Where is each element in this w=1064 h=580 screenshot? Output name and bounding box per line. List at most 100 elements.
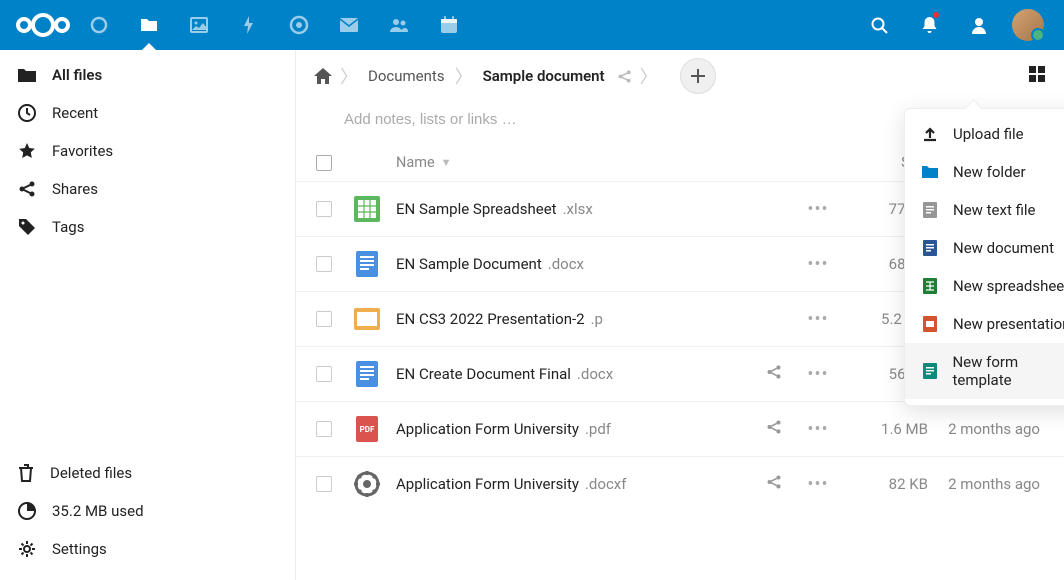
app-logo[interactable]: [12, 0, 74, 50]
share-icon[interactable]: [617, 69, 632, 84]
row-checkbox[interactable]: [316, 421, 332, 437]
new-menu-dropdown: Upload file New folder New text file New…: [904, 108, 1064, 406]
sidebar-quota-label: 35.2 MB used: [52, 502, 144, 520]
folder-icon: [921, 163, 939, 181]
home-icon[interactable]: [314, 68, 332, 84]
form-icon: [921, 362, 938, 380]
file-size: 1.6 MB: [840, 420, 928, 438]
sidebar-item-all-files[interactable]: All files: [0, 56, 295, 94]
sidebar-item-tags[interactable]: Tags: [0, 208, 295, 246]
dropdown-new-spreadsheet[interactable]: New spreadsheet: [905, 267, 1064, 305]
dd-label: New document: [953, 239, 1054, 257]
file-ext: .docx: [577, 365, 613, 383]
select-all-checkbox[interactable]: [316, 155, 332, 171]
more-actions-button[interactable]: •••: [796, 254, 840, 275]
text-file-icon: [921, 201, 939, 219]
more-actions-button[interactable]: •••: [796, 419, 840, 440]
file-name: EN Sample Document: [396, 255, 542, 273]
file-type-icon: [352, 304, 382, 334]
upload-icon: [921, 125, 939, 143]
chevron-right-icon: 〉: [638, 63, 660, 89]
breadcrumb-item[interactable]: Sample document: [481, 63, 607, 89]
file-ext: .docx: [548, 255, 584, 273]
file-row[interactable]: PDFApplication Form University.pdf•••1.6…: [296, 401, 1064, 456]
dropdown-new-document[interactable]: New document: [905, 229, 1064, 267]
sidebar-quota: 35.2 MB used: [0, 492, 295, 530]
sidebar-item-label: All files: [52, 66, 102, 84]
talk-app-icon[interactable]: [274, 0, 324, 50]
dropdown-upload-file[interactable]: Upload file: [905, 115, 1064, 153]
pie-icon: [18, 502, 36, 520]
folder-icon: [18, 67, 36, 83]
row-checkbox[interactable]: [316, 256, 332, 272]
col-name-header[interactable]: Name: [396, 154, 435, 171]
file-row[interactable]: Application Form University.docxf•••82 K…: [296, 456, 1064, 511]
gear-icon: [18, 540, 36, 558]
row-checkbox[interactable]: [316, 311, 332, 327]
calendar-app-icon[interactable]: [424, 0, 474, 50]
row-checkbox[interactable]: [316, 201, 332, 217]
share-button[interactable]: [752, 419, 796, 439]
notifications-icon[interactable]: [904, 0, 954, 50]
search-icon[interactable]: [854, 0, 904, 50]
view-grid-button[interactable]: [1028, 65, 1046, 87]
row-checkbox[interactable]: [316, 476, 332, 492]
user-avatar[interactable]: [1012, 9, 1044, 41]
new-button[interactable]: [680, 58, 716, 94]
trash-icon: [18, 464, 34, 482]
topbar: [0, 0, 1064, 50]
share-button[interactable]: [752, 364, 796, 384]
activity-app-icon[interactable]: [224, 0, 274, 50]
chevron-right-icon: 〉: [338, 63, 360, 89]
sidebar-item-settings[interactable]: Settings: [0, 530, 295, 568]
chevron-right-icon: 〉: [453, 63, 475, 89]
file-type-icon: [352, 249, 382, 279]
file-size: 82 KB: [840, 475, 928, 493]
contacts-menu-icon[interactable]: [954, 0, 1004, 50]
dropdown-new-text[interactable]: New text file: [905, 191, 1064, 229]
dd-label: New text file: [953, 201, 1036, 219]
dd-label: New form template: [952, 353, 1064, 389]
clock-icon: [18, 104, 36, 122]
main-content: 〉 Documents 〉 Sample document 〉 Name▼ Si…: [296, 50, 1064, 580]
breadcrumbs: 〉 Documents 〉 Sample document 〉: [296, 50, 1064, 102]
dashboard-app-icon[interactable]: [74, 0, 124, 50]
dropdown-new-form[interactable]: New form template: [905, 343, 1064, 399]
photos-app-icon[interactable]: [174, 0, 224, 50]
file-modified: 2 months ago: [928, 475, 1044, 493]
more-actions-button[interactable]: •••: [796, 364, 840, 385]
dd-label: New spreadsheet: [953, 277, 1064, 295]
breadcrumb-item[interactable]: Documents: [366, 63, 447, 89]
sidebar-item-recent[interactable]: Recent: [0, 94, 295, 132]
sidebar-item-label: Tags: [52, 218, 84, 236]
file-ext: .xlsx: [563, 200, 593, 218]
tag-icon: [18, 218, 36, 236]
contacts-app-icon[interactable]: [374, 0, 424, 50]
dropdown-new-presentation[interactable]: New presentation: [905, 305, 1064, 343]
row-checkbox[interactable]: [316, 366, 332, 382]
dropdown-new-folder[interactable]: New folder: [905, 153, 1064, 191]
star-icon: [18, 142, 36, 160]
sidebar-item-favorites[interactable]: Favorites: [0, 132, 295, 170]
sidebar-item-label: Favorites: [52, 142, 113, 160]
file-ext: .docxf: [585, 475, 626, 493]
files-app-icon[interactable]: [124, 0, 174, 50]
presentation-icon: [921, 315, 939, 333]
sidebar-item-label: Deleted files: [50, 464, 132, 482]
doc-icon: [921, 239, 939, 257]
dd-label: New presentation: [953, 315, 1064, 333]
file-type-icon: [352, 194, 382, 224]
sidebar-item-deleted[interactable]: Deleted files: [0, 454, 295, 492]
share-button[interactable]: [752, 474, 796, 494]
more-actions-button[interactable]: •••: [796, 309, 840, 330]
sidebar-item-label: Shares: [52, 180, 98, 198]
dd-label: Upload file: [953, 125, 1024, 143]
sidebar-item-shares[interactable]: Shares: [0, 170, 295, 208]
more-actions-button[interactable]: •••: [796, 474, 840, 495]
file-type-icon: [352, 359, 382, 389]
mail-app-icon[interactable]: [324, 0, 374, 50]
more-actions-button[interactable]: •••: [796, 199, 840, 220]
plus-icon: [690, 68, 706, 84]
sort-caret-icon: ▼: [441, 156, 452, 169]
dd-label: New folder: [953, 163, 1026, 181]
